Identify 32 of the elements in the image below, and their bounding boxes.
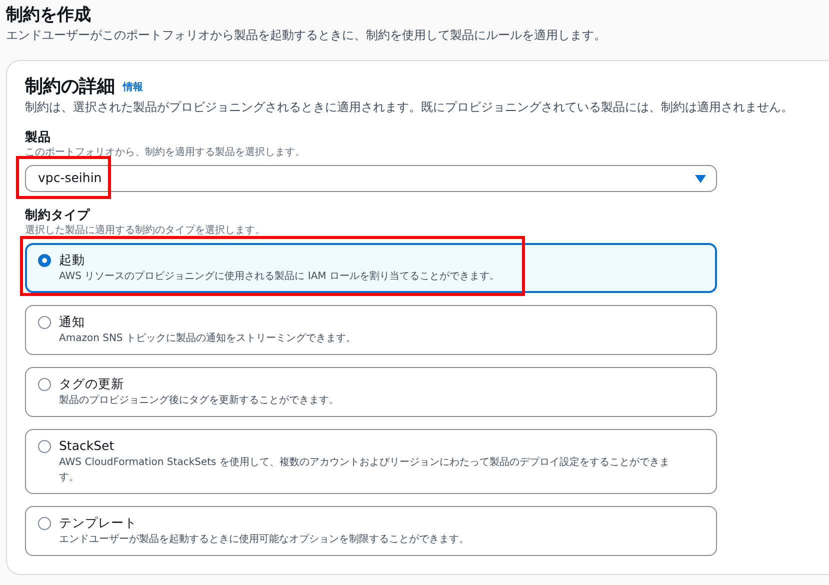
radio-option[interactable]: 起動 AWS リソースのプロビジョニングに使用される製品に IAM ロールを割り当てることができます。	[25, 243, 717, 293]
option-label: テンプレート	[59, 514, 138, 532]
field-label: 製品	[25, 128, 52, 145]
radio-option[interactable]: タグの更新 製品のプロビジョニング後にタグを更新することができます。	[25, 367, 717, 417]
radio-option[interactable]: 通知 Amazon SNS トピックに製品の通知をストリーミングできます。	[25, 305, 717, 355]
radio-button[interactable]	[38, 517, 51, 530]
radio-button[interactable]	[38, 440, 51, 453]
option-label: タグの更新	[59, 375, 125, 393]
panel-description: 制約は、選択された製品がプロビジョニングされるときに適用されます。既にプロビジョニングされている製品には、制約は適用されません。	[25, 99, 794, 116]
radio-button[interactable]	[38, 254, 51, 267]
info-link[interactable]: 情報	[123, 80, 143, 94]
radio-button[interactable]	[38, 378, 51, 391]
radio-option[interactable]: StackSet AWS CloudFormation StackSets を使用して、複数のアカウントおよびリージョンにわたって製品のデプロイ設定をすることができます。	[25, 429, 717, 494]
option-label: 起動	[59, 251, 86, 269]
option-description: AWS リソースのプロビジョニングに使用される製品に IAM ロールを割り当てることができます。	[59, 270, 500, 284]
product-select[interactable]: vpc-seihin	[25, 165, 717, 192]
field-hint: このポートフォリオから、制約を適用する製品を選択します。	[25, 146, 306, 160]
radio-option[interactable]: テンプレート エンドユーザーが製品を起動するときに使用可能なオプションを制限することができます。	[25, 506, 717, 556]
option-label: StackSet	[59, 437, 116, 455]
page-description: エンドユーザーがこのポートフォリオから製品を起動するときに、制約を使用して製品にルールを適用します。	[6, 27, 607, 44]
option-description: Amazon SNS トピックに製品の通知をストリーミングできます。	[59, 332, 356, 346]
option-description: AWS CloudFormation StackSets を使用して、複数のアカウントおよびリージョンにわたって製品のデプロイ設定をすることができます。	[59, 456, 670, 485]
caret-icon	[695, 174, 706, 182]
select-value: vpc-seihin	[38, 169, 102, 188]
panel-title: 制約の詳細	[25, 75, 115, 99]
field-hint: 選択した製品に適用する制約のタイプを選択します。	[25, 224, 266, 238]
option-description: 製品のプロビジョニング後にタグを更新することができます。	[59, 394, 339, 408]
option-label: 通知	[59, 313, 86, 331]
page-title: 制約を作成	[6, 4, 92, 26]
field-label: 制約タイプ	[25, 206, 91, 223]
radio-button[interactable]	[38, 316, 51, 329]
option-description: エンドユーザーが製品を起動するときに使用可能なオプションを制限することができます。	[59, 532, 469, 547]
